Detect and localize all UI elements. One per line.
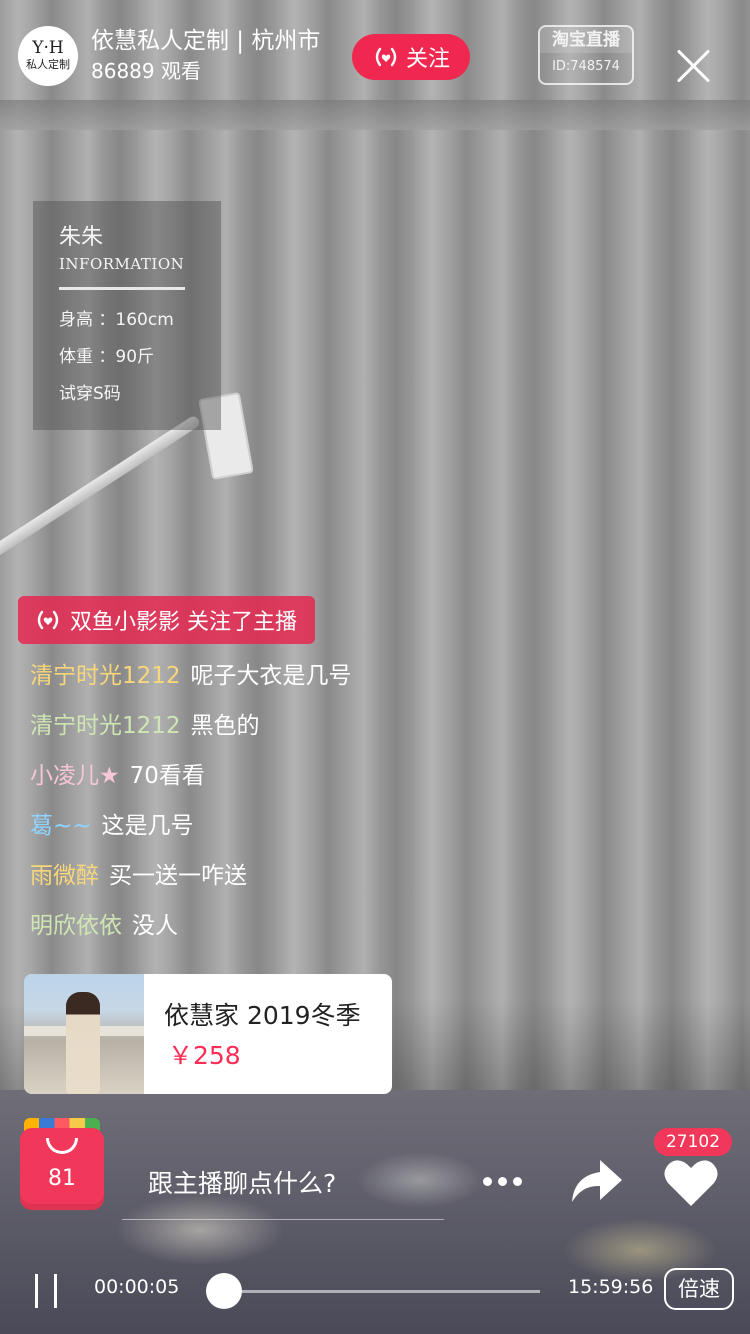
chat-placeholder: 跟主播聊点什么? [148, 1169, 337, 1198]
live-signal-icon [375, 47, 397, 67]
view-count: 86889 观看 [91, 59, 201, 83]
comment-text: 70看看 [129, 763, 205, 789]
taobao-live-badge: 淘宝直播 ID:748574 [538, 25, 634, 85]
shop-name[interactable]: 依慧私人定制 | 杭州市 [91, 26, 320, 56]
avatar-logo-line2: 私人定制 [26, 58, 70, 71]
total-time: 15:59:56 [568, 1276, 654, 1298]
follow-label: 关注 [405, 47, 450, 72]
comment-item: 小凌儿★ 70看看 [30, 755, 352, 805]
follow-notice: 双鱼小影影 关注了主播 [18, 596, 315, 644]
comment-item: 清宁时光1212 黑色的 [30, 705, 352, 755]
current-time: 00:00:05 [94, 1276, 180, 1298]
speed-button[interactable]: 倍速 [664, 1268, 734, 1310]
follow-notice-text: 双鱼小影影 关注了主播 [70, 610, 297, 635]
avatar[interactable]: Y·H 私人定制 [18, 26, 78, 86]
model-weight: 体重 ：90斤 [59, 347, 155, 367]
live-header: Y·H 私人定制 依慧私人定制 | 杭州市 86889 观看 关注 淘宝直播 I… [0, 0, 750, 110]
comment-item: 雨微醉 买一送一咋送 [30, 855, 352, 905]
pause-icon[interactable] [32, 1274, 62, 1310]
comment-item: 清宁时光1212 呢子大衣是几号 [30, 655, 352, 705]
comment-text: 这是几号 [101, 813, 194, 839]
comment-user[interactable]: 葛~~ [30, 813, 92, 839]
product-thumbnail [24, 974, 144, 1094]
model-name: 朱朱 [59, 225, 104, 250]
comment-list: 清宁时光1212 呢子大衣是几号 清宁时光1212 黑色的 小凌儿★ 70看看 葛~~… [30, 655, 352, 955]
progress-knob[interactable] [206, 1273, 242, 1309]
comment-item: 葛~~ 这是几号 [30, 805, 352, 855]
share-icon[interactable] [566, 1152, 626, 1208]
progress-track[interactable] [224, 1290, 540, 1293]
heart-icon[interactable] [662, 1156, 720, 1208]
comment-user[interactable]: 清宁时光1212 [30, 713, 181, 739]
live-signal-icon [37, 610, 59, 630]
product-title: 依慧家 2019冬季 [164, 1001, 361, 1030]
comment-user[interactable]: 明欣依依 [30, 913, 122, 939]
model-height: 身高 ：160cm [59, 310, 174, 330]
phone-stand-pole [0, 414, 202, 567]
shopping-bag-button[interactable]: 81 [20, 1118, 104, 1210]
comment-text: 黑色的 [190, 713, 260, 739]
cart-count: 81 [48, 1166, 76, 1191]
like-count-badge: 27102 [654, 1128, 732, 1156]
product-card[interactable]: 依慧家 2019冬季 ￥258 [24, 974, 392, 1094]
platform-label: 淘宝直播 [540, 27, 632, 53]
comment-user[interactable]: 雨微醉 [30, 863, 99, 889]
comment-item: 明欣依依 没人 [30, 905, 352, 955]
comment-text: 呢子大衣是几号 [190, 663, 352, 689]
close-icon[interactable] [672, 44, 716, 88]
model-info-card: 朱朱 INFORMATION 身高 ：160cm 体重 ：90斤 试穿S码 [33, 201, 221, 430]
chat-input[interactable]: 跟主播聊点什么? [122, 1150, 444, 1220]
product-price: ￥258 [168, 1041, 241, 1070]
follow-button[interactable]: 关注 [352, 34, 470, 80]
avatar-logo-line1: Y·H [32, 38, 64, 58]
comment-text: 买一送一咋送 [109, 863, 247, 889]
model-size: 试穿S码 [59, 384, 121, 404]
more-icon[interactable] [478, 1166, 526, 1196]
playback-bar: 00:00:05 15:59:56 倍速 [0, 1244, 750, 1334]
comment-text: 没人 [132, 913, 178, 939]
info-heading: INFORMATION [59, 255, 185, 273]
info-divider [59, 287, 185, 290]
live-id: ID:748574 [552, 59, 620, 74]
comment-user[interactable]: 清宁时光1212 [30, 663, 181, 689]
comment-user[interactable]: 小凌儿★ [30, 763, 120, 789]
